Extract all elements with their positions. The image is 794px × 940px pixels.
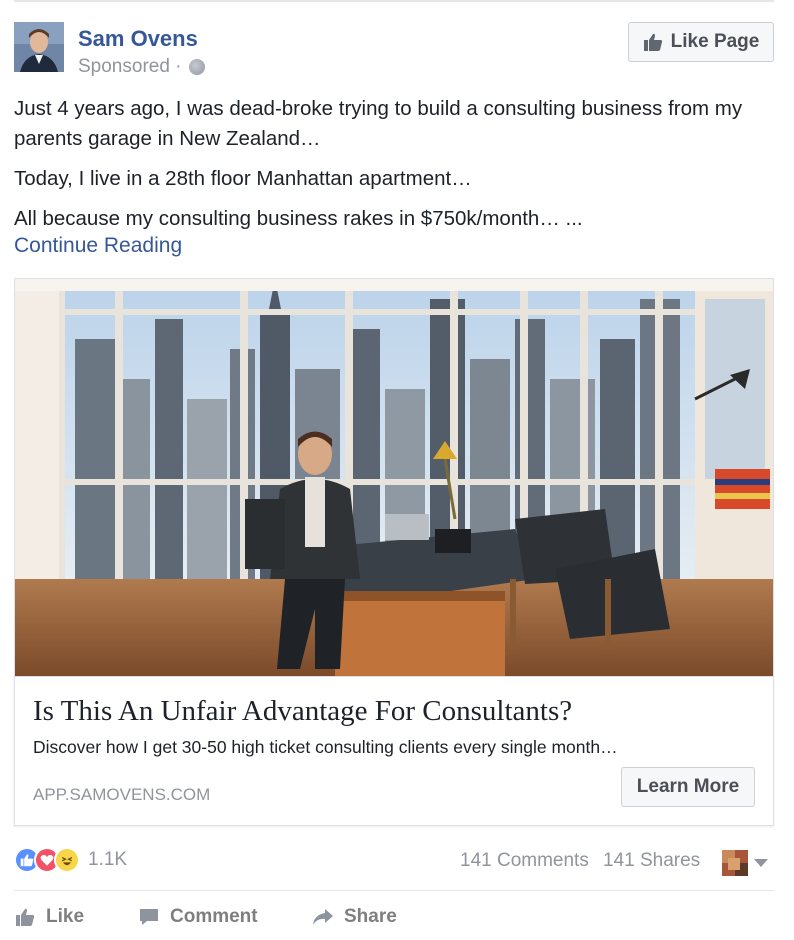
viewer-avatar-image bbox=[722, 850, 748, 876]
comment-button[interactable]: Comment bbox=[138, 906, 258, 928]
actions-divider bbox=[14, 890, 774, 891]
post-paragraph: Today, I live in a 28th floor Manhattan … bbox=[14, 167, 472, 190]
thumbs-up-icon bbox=[16, 908, 35, 926]
link-card[interactable]: Is This An Unfair Advantage For Consulta… bbox=[14, 676, 774, 826]
share-label: Share bbox=[344, 906, 397, 927]
top-divider bbox=[14, 0, 774, 2]
link-headline[interactable]: Is This An Unfair Advantage For Consulta… bbox=[33, 695, 572, 728]
avatar-image bbox=[14, 22, 64, 72]
share-arrow-icon bbox=[313, 909, 333, 925]
viewer-avatar[interactable] bbox=[722, 850, 748, 876]
office-photo bbox=[15, 279, 773, 676]
sponsored-label[interactable]: Sponsored · bbox=[78, 56, 182, 78]
globe-icon bbox=[188, 59, 205, 75]
post-text: Just 4 years ago, I was dead-broke tryin… bbox=[14, 94, 784, 244]
comments-count-link[interactable]: 141 Comments bbox=[460, 850, 589, 872]
reaction-count: 1.1K bbox=[88, 849, 128, 870]
post-paragraph: Just 4 years ago, I was dead-broke tryin… bbox=[14, 97, 743, 150]
continue-reading-link[interactable]: Continue Reading bbox=[14, 234, 182, 258]
post-paragraph: All because my consulting business rakes… bbox=[14, 207, 583, 230]
thumbs-up-icon bbox=[20, 854, 34, 867]
ad-image[interactable] bbox=[14, 278, 774, 676]
link-description: Discover how I get 30-50 high ticket con… bbox=[33, 737, 618, 757]
learn-more-button[interactable]: Learn More bbox=[621, 767, 755, 807]
haha-reaction-icon bbox=[54, 847, 80, 873]
heart-icon bbox=[40, 854, 54, 866]
like-page-label: Like Page bbox=[670, 31, 760, 52]
share-button[interactable]: Share bbox=[312, 906, 397, 928]
like-button[interactable]: Like bbox=[14, 906, 84, 928]
chevron-down-icon[interactable] bbox=[754, 859, 768, 867]
like-label: Like bbox=[46, 906, 85, 927]
author-name[interactable]: Sam Ovens bbox=[78, 26, 198, 52]
laughing-face-icon bbox=[61, 857, 73, 866]
link-domain: APP.SAMOVENS.COM bbox=[33, 785, 211, 804]
thumbs-up-icon bbox=[643, 33, 662, 51]
comment-label: Comment bbox=[170, 906, 258, 927]
author-avatar[interactable] bbox=[14, 22, 64, 72]
sponsored-meta: Sponsored · bbox=[78, 56, 205, 78]
like-page-button[interactable]: Like Page bbox=[628, 22, 774, 62]
comment-icon bbox=[140, 909, 158, 925]
shares-count-link[interactable]: 141 Shares bbox=[603, 850, 700, 872]
reactions-summary[interactable]: 1.1K bbox=[14, 846, 127, 874]
